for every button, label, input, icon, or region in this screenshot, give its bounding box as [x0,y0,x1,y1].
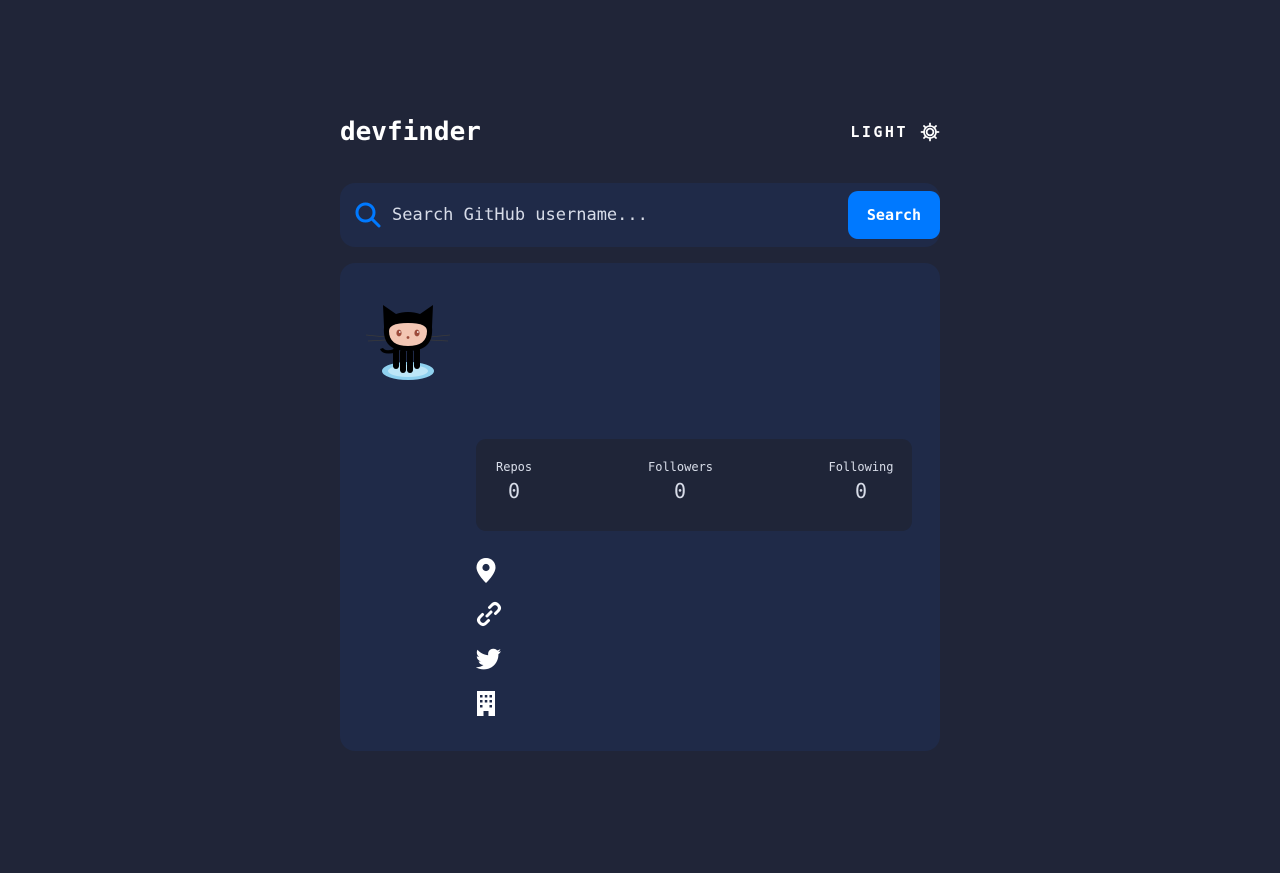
app-title: devfinder [340,117,481,147]
stat-followers: Followers 0 [648,459,714,505]
search-input[interactable] [392,200,822,230]
company-row [476,691,916,717]
stat-following: Following 0 [828,459,894,505]
sun-icon [920,122,940,142]
theme-toggle-label: LIGHT [850,123,908,141]
twitter-row [476,648,916,674]
search-icon [355,202,381,228]
stat-value: 0 [854,479,868,503]
twitter-icon [476,648,501,670]
stat-label: Followers [648,460,714,474]
stat-label: Following [828,460,894,474]
stats-box: Repos 0 Followers 0 Following 0 [476,439,912,531]
link-icon [477,602,501,626]
header: devfinder LIGHT [340,116,940,148]
profile-card: Repos 0 Followers 0 Following 0 [340,263,940,751]
theme-toggle-button[interactable]: LIGHT [850,121,940,143]
location-pin-icon [476,558,496,583]
stat-value: 0 [507,479,521,503]
stat-repos: Repos 0 [496,459,532,505]
website-row [476,601,916,627]
building-icon [477,691,495,716]
location-row [476,558,916,584]
stat-label: Repos [496,460,533,474]
avatar [364,301,452,385]
stat-value: 0 [673,479,687,503]
search-button[interactable]: Search [848,191,940,239]
search-bar: Search [340,183,940,247]
